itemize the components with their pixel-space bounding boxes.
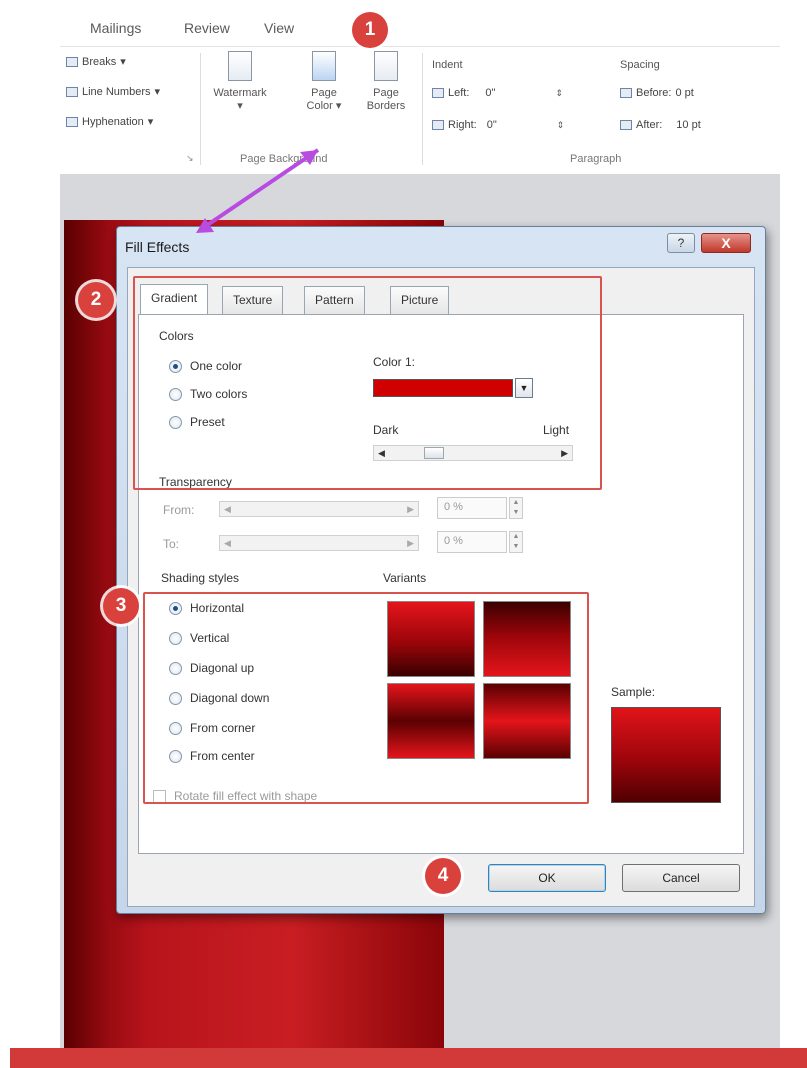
- page-background-group-label: Page Background: [240, 153, 328, 165]
- ribbon: Breaks ▾ Line Numbers ▾ Hyphenation ▾ ↘ …: [60, 46, 780, 174]
- page-borders-button[interactable]: Page Borders: [358, 51, 414, 113]
- page-color-label-line2: Color: [306, 100, 333, 112]
- indent-right-icon: [432, 120, 444, 130]
- highlight-colors-section: [133, 276, 602, 490]
- chevron-down-icon: ▾: [154, 86, 161, 98]
- indent-right-value: 0": [486, 119, 497, 131]
- watermark-button[interactable]: Watermark ▾: [212, 51, 268, 113]
- page-borders-icon: [374, 51, 398, 81]
- help-button[interactable]: ?: [667, 233, 695, 253]
- spinner-icon[interactable]: ▲ ▼: [509, 497, 523, 519]
- paragraph-group-label: Paragraph: [570, 153, 622, 165]
- transparency-to-label: To:: [163, 537, 180, 551]
- spacing-before-label: Before:: [636, 87, 672, 99]
- indent-right-field[interactable]: Right: 0" ⇕: [432, 119, 564, 131]
- arrow-right-icon[interactable]: ▶: [407, 504, 414, 515]
- hyphenation-icon: [66, 116, 78, 127]
- spacing-before-field[interactable]: Before: 0 pt: [620, 87, 694, 99]
- dialog-titlebar[interactable]: Fill Effects ? X: [117, 227, 765, 263]
- page-borders-label-line1: Page: [373, 87, 399, 99]
- transparency-to-slider[interactable]: ◀ ▶: [219, 535, 419, 551]
- breaks-button[interactable]: Breaks ▾: [66, 55, 126, 68]
- indent-right-label: Right:: [448, 119, 477, 131]
- spacing-header: Spacing: [620, 59, 660, 71]
- dialog-launcher-icon[interactable]: ↘: [186, 153, 194, 164]
- chevron-down-icon: ▾: [237, 100, 243, 112]
- line-numbers-button[interactable]: Line Numbers ▾: [66, 85, 160, 98]
- ok-button[interactable]: OK: [488, 864, 606, 892]
- arrow-left-icon[interactable]: ◀: [224, 538, 231, 549]
- variants-label: Variants: [383, 571, 427, 585]
- indent-left-value: 0": [485, 87, 496, 99]
- breaks-label: Breaks: [82, 55, 117, 68]
- step-badge-4: 4: [425, 858, 461, 894]
- sample-label: Sample:: [611, 685, 656, 699]
- transparency-to-input[interactable]: 0 %: [437, 531, 507, 553]
- breaks-icon: [66, 56, 78, 67]
- indent-header: Indent: [432, 59, 463, 71]
- hyphenation-button[interactable]: Hyphenation ▾: [66, 115, 153, 128]
- arrow-right-icon[interactable]: ▶: [407, 538, 414, 549]
- spinner-icon[interactable]: ▲ ▼: [509, 531, 523, 553]
- page-color-icon: [312, 51, 336, 81]
- indent-left-label: Left:: [448, 87, 470, 99]
- group-separator: [200, 53, 201, 165]
- tab-review[interactable]: Review: [184, 20, 230, 36]
- hyphenation-label: Hyphenation: [82, 115, 144, 128]
- spacing-before-value: 0 pt: [675, 87, 694, 99]
- watermark-icon: [228, 51, 252, 81]
- watermark-label: Watermark: [213, 87, 267, 99]
- transparency-from-label: From:: [163, 503, 195, 517]
- spacing-after-field[interactable]: After: 10 pt: [620, 119, 701, 131]
- group-separator: [422, 53, 423, 165]
- page-borders-label-line2: Borders: [366, 100, 406, 112]
- step-badge-2: 2: [78, 282, 114, 318]
- step-badge-3: 3: [103, 588, 139, 624]
- close-button[interactable]: X: [701, 233, 751, 253]
- line-numbers-icon: [66, 86, 78, 97]
- page-color-button[interactable]: Page Color ▾: [296, 51, 352, 113]
- bottom-accent-bar: [10, 1048, 807, 1068]
- spacing-before-icon: [620, 88, 632, 98]
- indent-left-icon: [432, 88, 444, 98]
- spin-arrows-icon[interactable]: ⇕: [557, 120, 565, 131]
- highlight-shading-section: [143, 592, 589, 804]
- chevron-down-icon: ▾: [120, 56, 126, 68]
- tab-view[interactable]: View: [264, 20, 294, 36]
- shading-styles-header: Shading styles: [161, 571, 240, 585]
- transparency-from-slider[interactable]: ◀ ▶: [219, 501, 419, 517]
- chevron-down-icon: ▾: [147, 116, 154, 128]
- line-numbers-label: Line Numbers: [82, 85, 151, 98]
- indent-left-field[interactable]: Left: 0" ⇕: [432, 87, 563, 99]
- cancel-button[interactable]: Cancel: [622, 864, 740, 892]
- spin-arrows-icon[interactable]: ⇕: [555, 88, 563, 99]
- spacing-after-label: After:: [636, 119, 663, 131]
- spacing-after-value: 10 pt: [676, 119, 701, 131]
- chevron-down-icon: ▾: [335, 100, 342, 112]
- ribbon-tab-bar: Mailings Review View: [0, 0, 807, 46]
- step-badge-1: 1: [352, 12, 388, 48]
- sample-preview: [611, 707, 721, 803]
- spacing-after-icon: [620, 120, 632, 130]
- tab-mailings[interactable]: Mailings: [90, 20, 141, 36]
- arrow-left-icon[interactable]: ◀: [224, 504, 231, 515]
- dialog-title: Fill Effects: [125, 239, 190, 255]
- transparency-from-input[interactable]: 0 %: [437, 497, 507, 519]
- page-color-label-line1: Page: [311, 87, 337, 99]
